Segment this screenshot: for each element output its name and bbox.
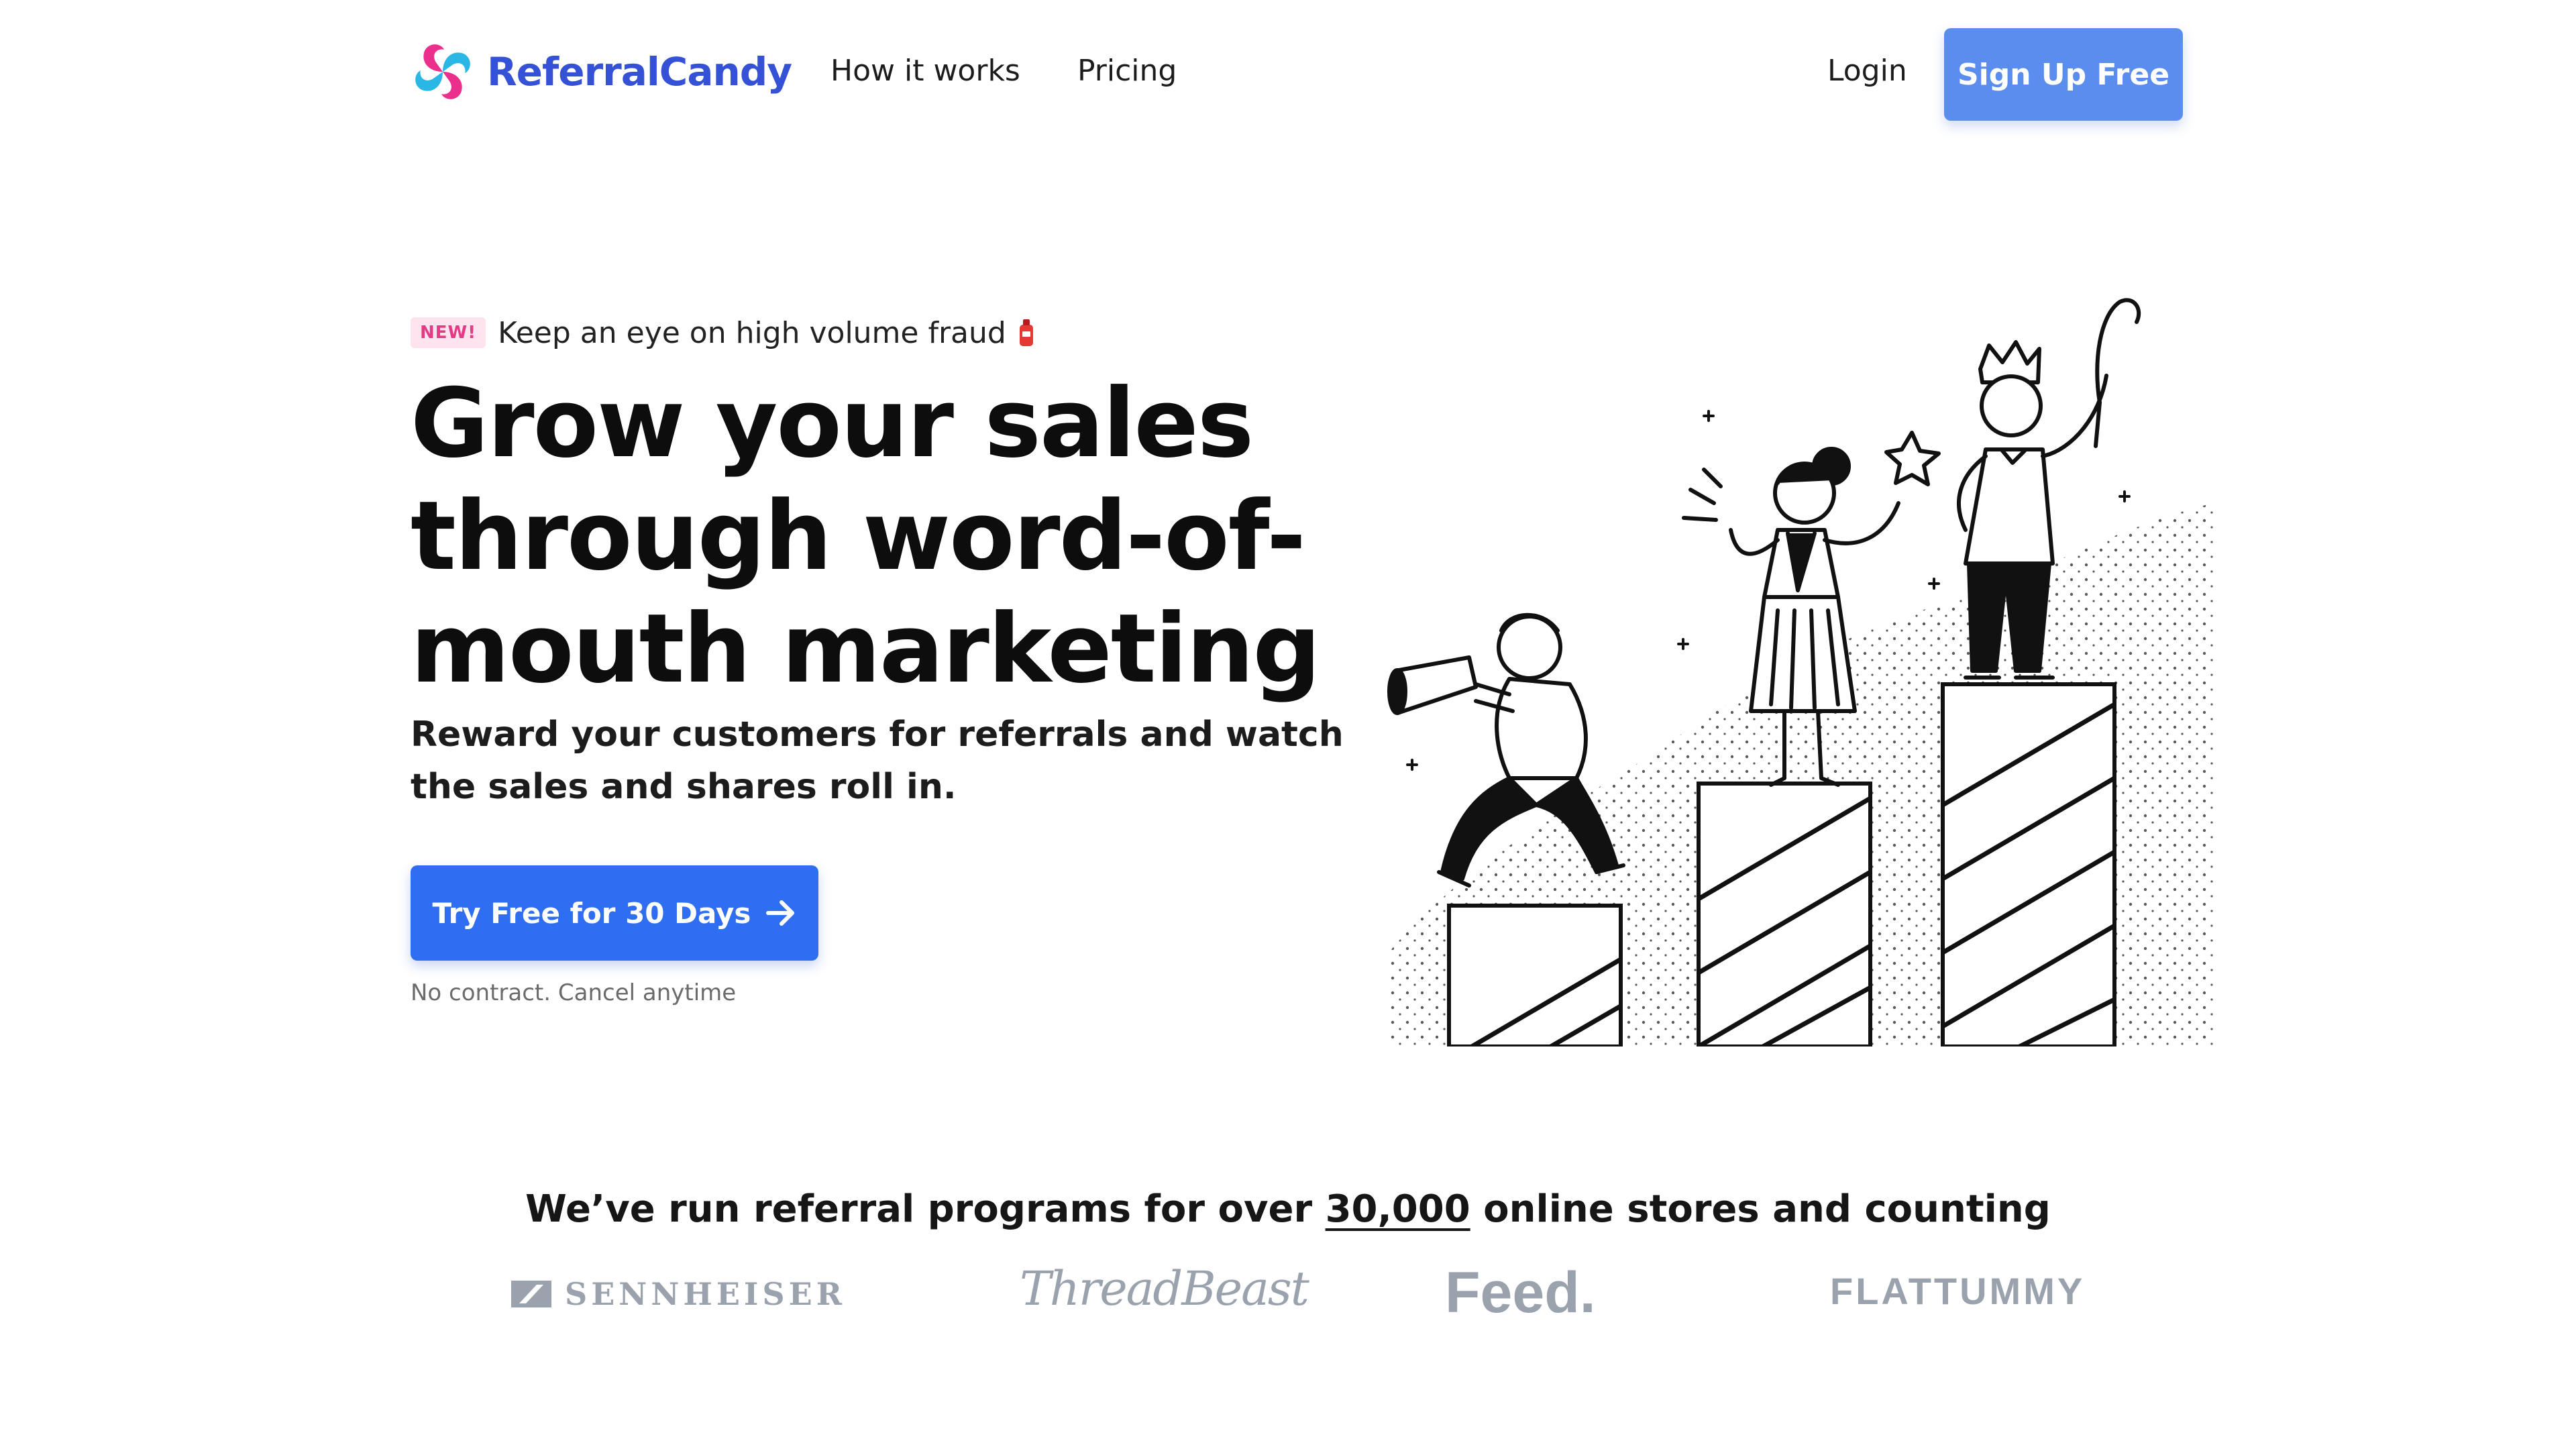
trust-prefix: We’ve run referral programs for over <box>525 1187 1326 1231</box>
hero-headline: Grow your sales through word-of-mouth ma… <box>411 368 1321 704</box>
store-count: 30,000 <box>1325 1187 1470 1231</box>
try-free-label: Try Free for 30 Days <box>432 896 751 930</box>
try-free-button[interactable]: Try Free for 30 Days <box>411 865 818 961</box>
pillar-tall <box>1941 682 2116 1046</box>
nav-link-pricing[interactable]: Pricing <box>1077 54 1177 88</box>
referralcandy-logo-icon <box>415 44 470 99</box>
logo-threadbeast: ThreadBeast <box>1020 1261 1309 1316</box>
pillar-medium <box>1697 782 1872 1046</box>
sennheiser-mark-icon <box>511 1281 551 1307</box>
nav-link-how-it-works[interactable]: How it works <box>830 54 1020 88</box>
pillar-short <box>1447 904 1623 1046</box>
announcement-text[interactable]: Keep an eye on high volume fraud <box>498 316 1006 350</box>
brand-name: ReferralCandy <box>487 49 792 95</box>
top-navigation: ReferralCandy How it works Pricing Login… <box>0 0 2576 148</box>
new-badge: NEW! <box>411 317 486 348</box>
logo-feed: Feed. <box>1445 1260 1596 1325</box>
brand-logo[interactable]: ReferralCandy <box>408 35 792 109</box>
fire-extinguisher-icon <box>1019 319 1033 346</box>
sign-up-button[interactable]: Sign Up Free <box>1944 28 2183 121</box>
landing-page: ReferralCandy How it works Pricing Login… <box>0 0 2576 1449</box>
person-megaphone <box>1387 612 1625 888</box>
hero-illustration <box>1387 298 2214 1046</box>
login-link[interactable]: Login <box>1827 54 1907 88</box>
arrow-right-icon <box>766 900 795 926</box>
trust-statement: We’ve run referral programs for over 30,… <box>0 1187 2576 1231</box>
announcement-bar[interactable]: NEW! Keep an eye on high volume fraud <box>411 313 1037 353</box>
sennheiser-wordmark: SENNHEISER <box>565 1276 846 1312</box>
logo-flattummy: FLATTUMMY <box>1830 1270 2086 1312</box>
customer-logos: SENNHEISER ThreadBeast Feed. FLATTUMMY <box>0 1260 2576 1340</box>
logo-sennheiser: SENNHEISER <box>510 1276 846 1312</box>
hero-subheadline: Reward your customers for referrals and … <box>411 714 1344 807</box>
no-contract-note: No contract. Cancel anytime <box>411 979 737 1006</box>
trust-suffix: online stores and counting <box>1470 1187 2051 1231</box>
